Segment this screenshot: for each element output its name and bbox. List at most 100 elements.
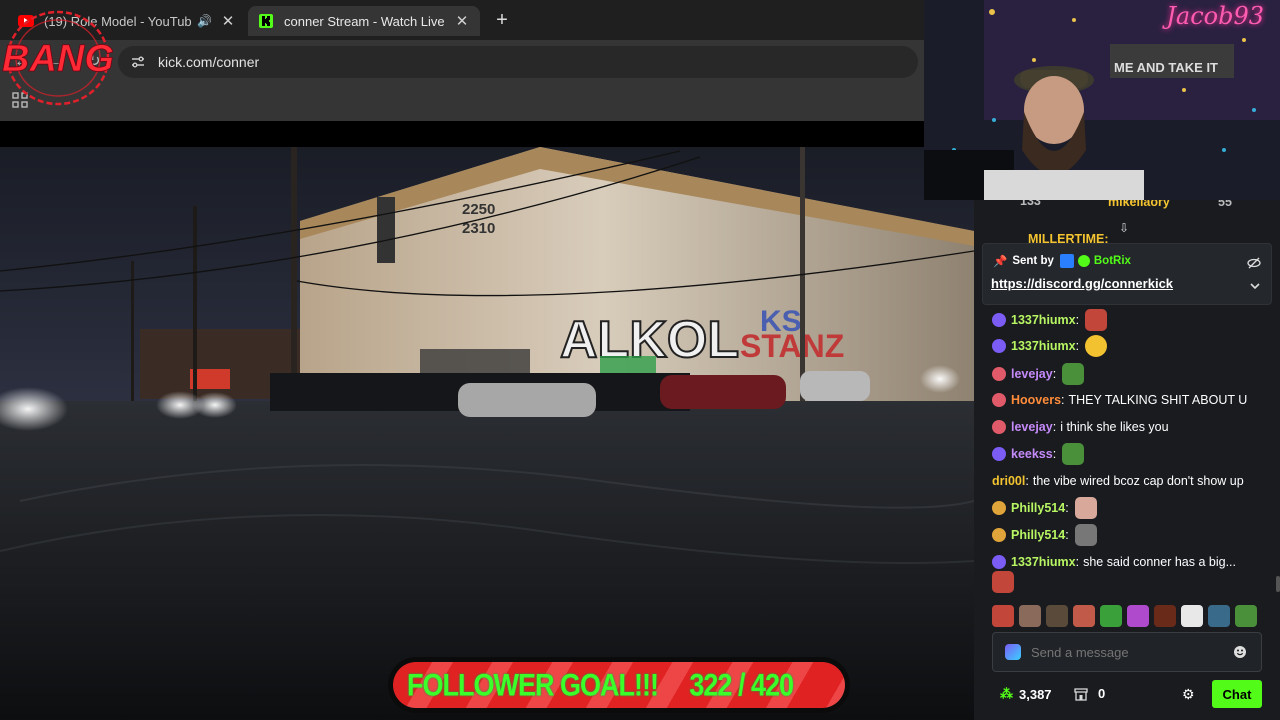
pinned-message: 📌 Sent by BotRix https://discord.gg/conn… [982,243,1272,305]
chevron-down-icon[interactable] [1249,280,1261,295]
leaderboard-name: mikellaory [1108,200,1170,209]
leaderboard-value: 55 [1218,200,1232,209]
forward-arrow-icon[interactable]: → [48,52,68,72]
emote-icon[interactable] [1019,605,1041,627]
chat-username[interactable]: Philly514 [1011,528,1065,542]
chat-message: levejay: [992,363,1085,385]
chat-username[interactable]: 1337hiumx [1011,313,1076,327]
sub-badge-icon [992,447,1006,461]
points-value: 3,387 [1019,686,1052,702]
chat-message: levejay: i think she likes you [992,417,1169,437]
chat-username[interactable]: keekss [1011,447,1053,461]
chat-message-input[interactable] [1031,644,1221,660]
chat-message: 1337hiumx: [992,335,1108,357]
video-player[interactable]: 2250 2310 ALKOL STANZ KS FOLLOWER GOAL!!… [0,121,974,720]
store-count: 0 [1098,686,1106,701]
chat-username[interactable]: Philly514 [1011,501,1065,515]
chat-username[interactable]: levejay [1011,367,1053,381]
new-tab-button[interactable]: + [492,10,512,30]
url-text: kick.com/conner [158,54,260,70]
pinned-sent-by-label: Sent by [1012,255,1054,267]
emote-icon[interactable] [1181,605,1203,627]
chat-text: THEY TALKING SHIT ABOUT U [1068,393,1248,407]
chat-username[interactable]: 1337hiumx [1011,555,1076,569]
emote-icon [992,571,1014,593]
emote-icon[interactable] [1046,605,1068,627]
emote-icon [1062,363,1085,385]
chat-username[interactable]: 1337hiumx [1011,339,1076,353]
sub-badge-icon [992,555,1006,569]
chat-input-box[interactable] [992,632,1262,672]
webcam-overlay: ME AND TAKE IT Jacob93 [924,0,1280,200]
close-tab-icon[interactable]: ✕ [454,12,470,30]
emote-icon[interactable] [1235,605,1257,627]
tab-title: conner Stream - Watch Live on [284,13,446,29]
pin-icon: 📌 [993,256,1008,268]
emote-icon[interactable] [1100,605,1122,627]
follower-goal-bar: FOLLOWER GOAL!!! 322 / 420 [388,657,850,713]
chat-message: 1337hiumx: she said conner has a big... [992,552,1236,572]
verified-icon [1077,255,1090,267]
follower-goal-progress: 322 / 420 [689,666,794,703]
emote-icon [1062,443,1085,465]
chat-username[interactable]: dri00l [992,474,1025,488]
tab-strip: (19) Role Model - YouTube 🔊 ✕ conner Str… [0,0,924,40]
sub-badge-icon [992,393,1006,407]
emote-icon[interactable] [1208,605,1230,627]
tab-kick[interactable]: conner Stream - Watch Live on ✕ [248,6,480,36]
chat-message: keekss: [992,443,1085,465]
chat-send-button[interactable]: Chat [1212,680,1262,708]
back-arrow-icon[interactable]: ← [12,52,32,72]
kick-badge-icon [1005,644,1021,660]
chat-message: dri00l: the vibe wired bcoz cap don't sh… [992,474,1244,488]
emote-icon[interactable] [1154,605,1176,627]
follower-goal-label: FOLLOWER GOAL!!! [407,666,659,703]
store[interactable]: 0 [1074,686,1105,701]
chat-text: the vibe wired bcoz cap don't show up [1032,474,1244,488]
bookmarks-bar [0,84,924,121]
pinned-link[interactable]: https://discord.gg/connerkick [991,276,1173,291]
youtube-icon [18,13,34,29]
tab-title: (19) Role Model - YouTube [44,13,192,29]
chat-username[interactable]: levejay [1011,420,1053,434]
tab-youtube[interactable]: (19) Role Model - YouTube 🔊 ✕ [8,6,246,36]
kick-icon [258,13,274,29]
chat-panel: 133 mikellaory 55 MILLERTIME: ⇩ 📌 Sent b… [974,200,1280,720]
sub-badge-icon [992,420,1006,434]
sub-badge-icon [992,313,1006,327]
chat-message: Philly514: [992,524,1097,546]
chat-username[interactable]: Hoovers [1011,393,1061,407]
stream-scene: 2250 2310 ALKOL STANZ KS [0,121,974,720]
emote-icon [1074,524,1097,546]
leaderboard-value: 133 [1020,200,1041,208]
chat-message-emote-line [992,571,1014,593]
channel-points[interactable]: ⁂ 3,387 [1000,686,1052,702]
emoji-icon[interactable] [1233,645,1247,662]
chat-message: Philly514: [992,497,1097,519]
webcam-sign-text: ME AND TAKE IT [1114,60,1218,75]
close-tab-icon[interactable]: ✕ [220,12,236,30]
site-info-icon[interactable] [130,54,146,70]
points-icon: ⁂ [1000,686,1013,701]
hide-eye-icon[interactable] [1247,256,1261,273]
gear-icon[interactable]: ⚙ [1182,686,1195,703]
svg-text:KS: KS [760,305,802,338]
chat-text: i think she likes you [1060,420,1169,434]
address-bar[interactable]: kick.com/conner [118,46,918,78]
webcam-name: Jacob93 [1166,2,1264,30]
speaker-icon[interactable]: 🔊 [197,14,212,28]
reload-icon[interactable]: ↻ [84,52,104,72]
browser-toolbar: ← → ↻ kick.com/conner [0,40,924,84]
building-number: 2250 [462,201,495,218]
sub-badge-icon [992,339,1006,353]
webcam-scene: ME AND TAKE IT [924,0,1280,200]
chat-message: 1337hiumx: [992,309,1108,331]
emote-icon[interactable] [1073,605,1095,627]
scroll-down-icon[interactable]: ⇩ [1119,221,1129,235]
emote-icon[interactable] [1127,605,1149,627]
apps-grid-icon[interactable] [12,92,28,108]
emote-icon[interactable] [992,605,1014,627]
chat-footer: ⁂ 3,387 0 ⚙ Chat [974,680,1280,708]
chat-scrollbar[interactable] [1276,576,1280,592]
chat-message: Hoovers: THEY TALKING SHIT ABOUT U [992,390,1247,410]
